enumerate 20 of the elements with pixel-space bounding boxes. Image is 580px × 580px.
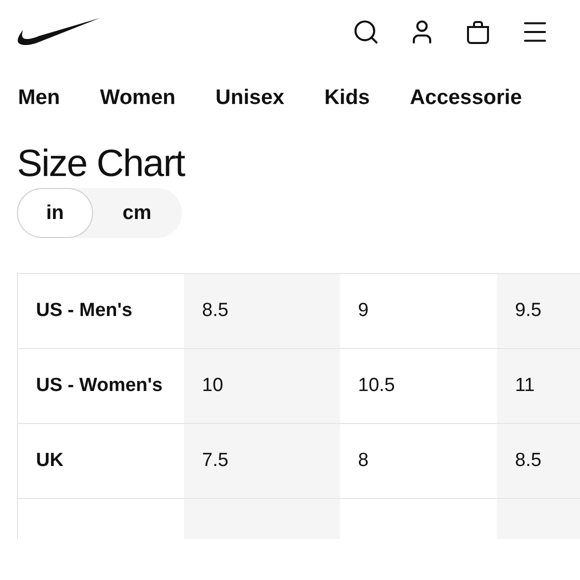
swoosh-logo[interactable]: [17, 17, 101, 47]
unit-option[interactable]: in: [17, 188, 93, 238]
search-icon[interactable]: [352, 18, 380, 46]
bag-icon[interactable]: [464, 18, 492, 46]
table-cell: 10: [184, 349, 340, 423]
row-header: UK: [35, 449, 64, 473]
unit-option[interactable]: cm: [93, 188, 181, 238]
row-header: US - Men's: [35, 299, 134, 323]
nav-link[interactable]: Men: [18, 82, 60, 114]
nav-link[interactable]: Accessorie: [410, 82, 522, 114]
table-cell: 8.5: [497, 424, 580, 498]
row-header: US - Women's: [35, 374, 164, 398]
nav-link[interactable]: Women: [100, 82, 176, 114]
table-cell: 11: [497, 349, 580, 423]
table-cell: 7.5: [184, 424, 340, 498]
page-title: Size Chart: [16, 142, 186, 186]
table-cell: 9.5: [497, 274, 580, 348]
nav-link[interactable]: Kids: [324, 82, 370, 114]
nav-link[interactable]: Unisex: [215, 82, 284, 114]
table-cell: 8.5: [184, 274, 340, 348]
